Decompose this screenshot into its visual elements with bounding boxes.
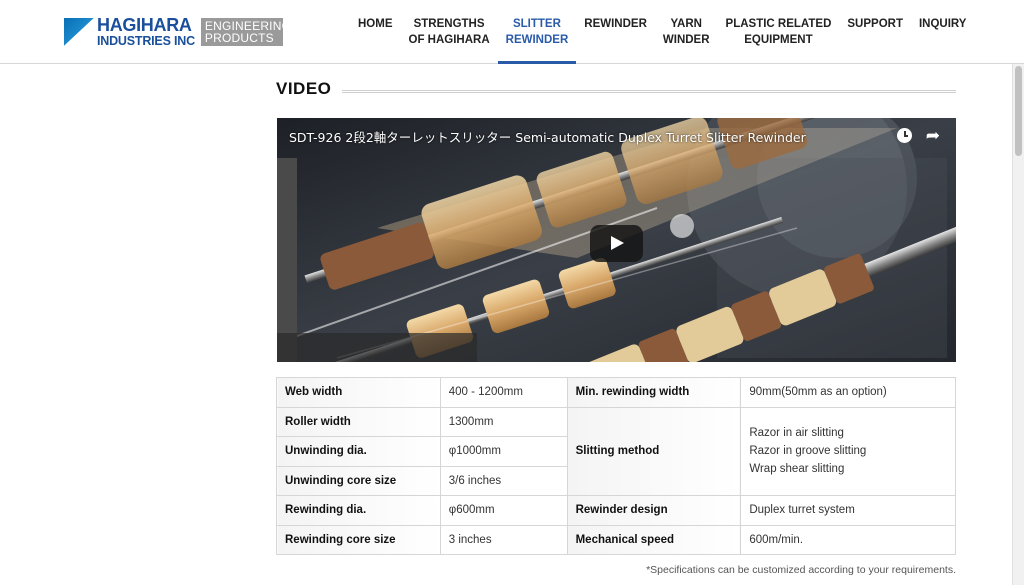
spec-value: 90mm(50mm as an option)	[740, 377, 956, 408]
spec-value: 3 inches	[439, 524, 568, 555]
clock-icon[interactable]	[897, 128, 912, 143]
nav-yarn-winder[interactable]: YARN WINDER	[655, 16, 718, 64]
share-icon[interactable]: ➦	[926, 126, 940, 146]
table-row: Roller width 1300mm Slitting method Razo…	[276, 406, 956, 496]
spec-label: Unwinding core size	[276, 465, 441, 496]
spec-table: Web width 400 - 1200mm Min. rewinding wi…	[276, 377, 956, 555]
logo-badge-line2: PRODUCTS	[204, 30, 274, 45]
spec-label: Roller width	[276, 406, 441, 437]
spec-value: Duplex turret system	[740, 495, 956, 526]
logo-subtitle: INDUSTRIES INC	[97, 34, 195, 48]
section-title: VIDEO	[276, 79, 332, 98]
spec-label: Web width	[276, 377, 441, 408]
title-divider	[342, 90, 956, 93]
table-row: Web width 400 - 1200mm Min. rewinding wi…	[276, 377, 956, 408]
logo-badge: ENGINEERING PRODUCTS	[200, 17, 292, 46]
logo-name: HAGIHARA	[97, 15, 192, 35]
video-player[interactable]: SDT-926 2段2軸ターレットスリッター Semi-automatic Du…	[277, 118, 956, 362]
spec-value: 3/6 inches	[439, 465, 568, 496]
spec-label: Rewinder design	[566, 495, 742, 526]
spec-label: Slitting method	[566, 406, 742, 496]
table-row: Rewinding core size 3 inches Mechanical …	[276, 524, 956, 555]
slitting-method-item: Wrap shear slitting	[749, 463, 845, 476]
spec-label: Rewinding core size	[276, 524, 441, 555]
nav-home[interactable]: HOME	[350, 16, 401, 64]
nav-support[interactable]: SUPPORT	[839, 16, 911, 64]
logo-badge-line1: ENGINEERING	[204, 18, 292, 33]
spec-label: Mechanical speed	[566, 524, 742, 555]
spec-value: 1300mm	[439, 406, 568, 437]
spec-label: Rewinding dia.	[276, 495, 441, 526]
slitting-method-item: Razor in air slitting	[749, 427, 844, 440]
slitting-method-item: Razor in groove slitting	[749, 445, 867, 458]
spec-value: 400 - 1200mm	[439, 377, 568, 408]
spec-label: Unwinding dia.	[276, 436, 441, 467]
video-title[interactable]: SDT-926 2段2軸ターレットスリッター Semi-automatic Du…	[289, 127, 806, 146]
nav-inquiry[interactable]: INQUIRY	[911, 16, 975, 64]
nav-slitter-rewinder[interactable]: SLITTER REWINDER	[497, 16, 577, 64]
spec-footnote: *Specifications can be customized accord…	[646, 564, 956, 576]
page-scrollbar[interactable]	[1012, 64, 1024, 585]
table-row: Rewinding dia. φ600mm Rewinder design Du…	[276, 495, 956, 526]
nav-plastic-equipment[interactable]: PLASTIC RELATED EQUIPMENT	[718, 16, 840, 64]
scrollbar-thumb[interactable]	[1015, 66, 1022, 156]
site-header: HAGIHARA INDUSTRIES INC ENGINEERING PROD…	[0, 0, 1024, 64]
spec-value: 600m/min.	[740, 524, 956, 555]
logo-mark-icon	[64, 17, 94, 46]
spec-label: Min. rewinding width	[566, 377, 742, 408]
spec-value: φ600mm	[439, 495, 568, 526]
play-icon[interactable]	[590, 225, 643, 262]
main-nav: HOME STRENGTHS OF HAGIHARA SLITTER REWIN…	[350, 16, 974, 64]
spec-value: φ1000mm	[439, 436, 568, 467]
company-logo[interactable]: HAGIHARA INDUSTRIES INC ENGINEERING PROD…	[64, 15, 292, 48]
slitting-methods: Razor in air slitting Razor in groove sl…	[740, 406, 956, 496]
nav-rewinder[interactable]: REWINDER	[576, 16, 655, 64]
nav-strengths[interactable]: STRENGTHS OF HAGIHARA	[401, 16, 498, 64]
